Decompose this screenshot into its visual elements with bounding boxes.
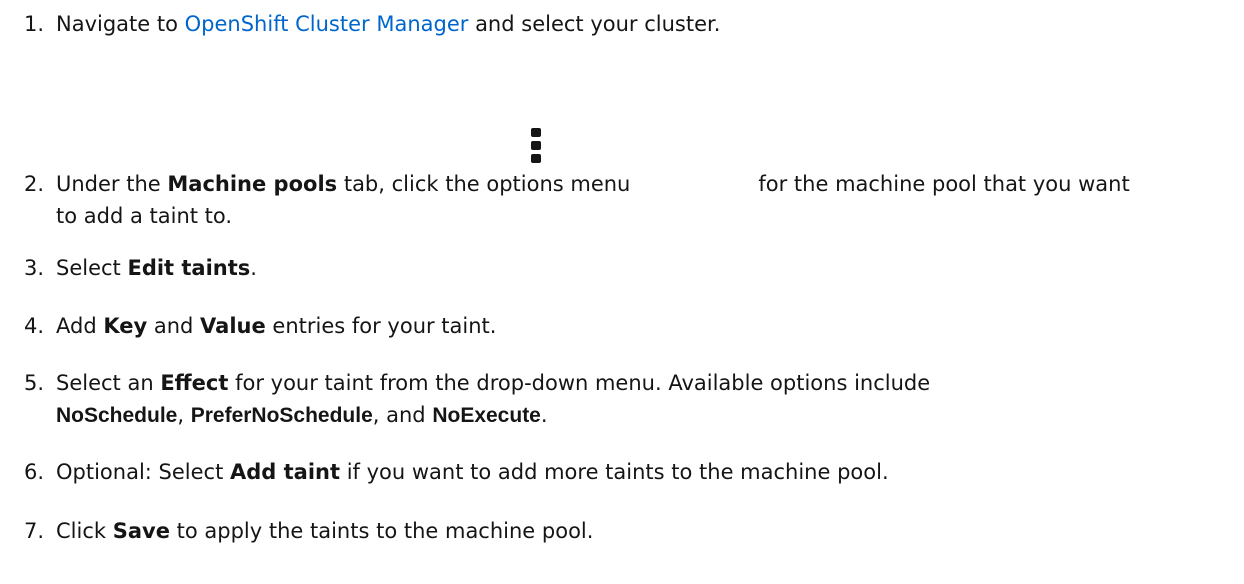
save-label: Save xyxy=(112,519,170,543)
step-text: and select your cluster. xyxy=(468,12,721,36)
separator: . xyxy=(540,403,548,427)
step-number: 7. xyxy=(24,519,45,543)
procedure-steps: 1. Navigate to OpenShift Cluster Manager … xyxy=(0,0,1244,584)
step-text: tab, click the options menu xyxy=(337,172,631,196)
step-1: 1. Navigate to OpenShift Cluster Manager … xyxy=(24,8,1234,40)
step-text: Click xyxy=(56,519,113,543)
step-text-continued: to add a taint to. xyxy=(56,204,233,228)
step-text: . xyxy=(250,256,257,280)
add-taint-label: Add taint xyxy=(230,460,341,484)
step-text: to apply the taints to the machine pool. xyxy=(169,519,594,543)
step-6: 6. Optional: Select Add taint if you want… xyxy=(24,456,1234,488)
step-number: 1. xyxy=(24,12,45,36)
option-prefernoschedule: PreferNoSchedule xyxy=(190,404,373,427)
value-label: Value xyxy=(200,314,266,338)
separator: , and xyxy=(372,403,433,427)
key-label: Key xyxy=(103,314,148,338)
effect-label: Effect xyxy=(160,371,229,395)
step-number: 3. xyxy=(24,256,45,280)
step-7: 7. Click Save to apply the taints to the … xyxy=(24,515,1234,547)
step-text: and xyxy=(147,314,201,338)
step-number: 5. xyxy=(24,371,45,395)
step-text: Add xyxy=(56,314,104,338)
option-noschedule: NoSchedule xyxy=(56,404,178,427)
step-2: 2. Under the Machine pools tab, click the… xyxy=(24,168,1234,232)
edit-taints-label: Edit taints xyxy=(127,256,251,280)
machine-pools-tab-label: Machine pools xyxy=(167,172,338,196)
step-text: for the machine pool that you want xyxy=(758,172,1130,196)
step-text: Select an xyxy=(56,371,161,395)
step-text: Optional: Select xyxy=(56,460,230,484)
step-text: if you want to add more taints to the ma… xyxy=(340,460,889,484)
step-text: Under the xyxy=(56,172,168,196)
step-3: 3. Select Edit taints. xyxy=(24,252,1234,284)
effect-options: NoSchedule, PreferNoSchedule, and NoExec… xyxy=(24,399,1234,432)
step-number: 6. xyxy=(24,460,45,484)
step-text: entries for your taint. xyxy=(265,314,497,338)
step-4: 4. Add Key and Value entries for your tai… xyxy=(24,310,1234,342)
separator: , xyxy=(177,403,191,427)
step-5: 5. Select an Effect for your taint from t… xyxy=(24,367,1234,432)
openshift-cluster-manager-link[interactable]: OpenShift Cluster Manager xyxy=(185,12,469,36)
step-text: for your taint from the drop-down menu. … xyxy=(228,371,931,395)
step-number: 2. xyxy=(24,172,45,196)
step-number: 4. xyxy=(24,314,45,338)
option-noexecute: NoExecute xyxy=(432,404,541,427)
step-text: Select xyxy=(56,256,128,280)
kebab-menu-icon[interactable] xyxy=(530,128,542,164)
step-text: Navigate to xyxy=(56,12,185,36)
